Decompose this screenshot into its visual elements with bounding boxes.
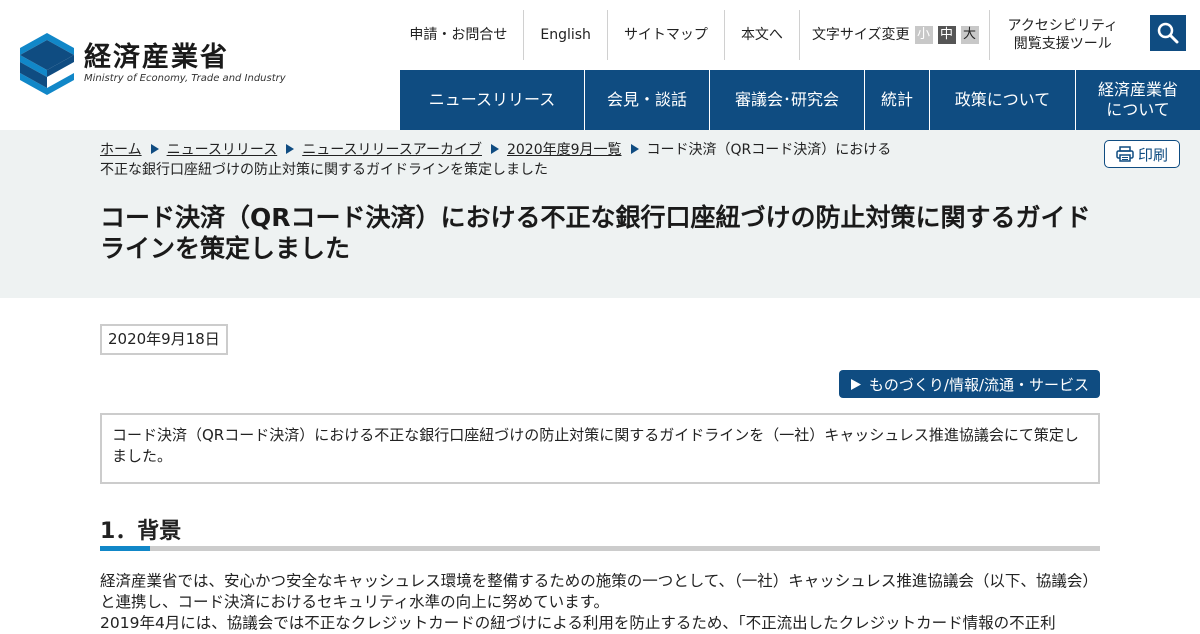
font-size-small-button[interactable]: 小 xyxy=(914,26,933,44)
section-divider-accent xyxy=(100,546,150,551)
meti-logo-icon xyxy=(20,33,74,95)
accessibility-line1: アクセシビリティ xyxy=(1007,18,1118,34)
breadcrumb-arrow-icon xyxy=(490,144,499,154)
meti-logo[interactable]: 経済産業省 Ministry of Economy, Trade and Ind… xyxy=(20,33,286,95)
search-button[interactable] xyxy=(1150,15,1186,51)
skip-to-content-link[interactable]: 本文へ xyxy=(723,10,799,60)
title-band: ホーム ニュースリリース ニュースリリースアーカイブ 2020年度9月一覧コード決済（… xyxy=(0,130,1200,298)
accessibility-tool-link[interactable]: アクセシビリティ 閲覧支援ツール xyxy=(988,10,1136,60)
section-heading-background: 1．背景 xyxy=(100,519,182,544)
utility-nav: 申請・お問合せ English サイトマップ 本文へ 文字サイズ変更 小 中 大… xyxy=(393,10,1200,60)
nav-press-conference[interactable]: 会見・談話 xyxy=(584,70,709,130)
font-size-large-button[interactable]: 大 xyxy=(960,26,979,44)
nav-about-meti[interactable]: 経済産業省 について xyxy=(1075,70,1200,130)
breadcrumb-archive[interactable]: ニュースリリースアーカイブ xyxy=(302,142,482,158)
nav-statistics[interactable]: 統計 xyxy=(864,70,929,130)
printer-icon xyxy=(1116,146,1134,162)
release-date: 2020年9月18日 xyxy=(100,324,228,355)
logo-english-text: Ministry of Economy, Trade and Industry xyxy=(84,73,286,84)
nav-councils[interactable]: 審議会･研究会 xyxy=(709,70,864,130)
play-arrow-icon xyxy=(850,378,861,390)
category-label: ものづくり/情報/流通・サービス xyxy=(868,375,1089,394)
contact-link[interactable]: 申請・お問合せ xyxy=(393,10,523,60)
nav-news-release[interactable]: ニュースリリース xyxy=(400,70,584,130)
section-body: 経済産業省では、安心かつ安全なキャッシュレス環境を整備するための施策の一つとして… xyxy=(100,571,1100,634)
accessibility-line2: 閲覧支援ツール xyxy=(1013,36,1112,52)
site-header: 経済産業省 Ministry of Economy, Trade and Ind… xyxy=(0,0,1200,130)
breadcrumb-home[interactable]: ホーム xyxy=(100,142,142,158)
sitemap-link[interactable]: サイトマップ xyxy=(606,10,724,60)
font-size-switcher: 文字サイズ変更 小 中 大 xyxy=(798,10,989,60)
section-divider xyxy=(100,546,1100,551)
page-title: コード決済（QRコード決済）における不正な銀行口座紐づけの防止対策に関するガイド… xyxy=(100,203,1091,263)
font-size-label: 文字サイズ変更 xyxy=(811,27,910,43)
breadcrumb: ホーム ニュースリリース ニュースリリースアーカイブ 2020年度9月一覧 コード決済（… xyxy=(100,140,900,180)
english-link[interactable]: English xyxy=(523,10,607,60)
font-size-medium-button[interactable]: 中 xyxy=(937,26,956,44)
category-tag-button[interactable]: ものづくり/情報/流通・サービス xyxy=(838,370,1100,398)
section-body-paragraph-2: 2019年4月には、協議会では不正なクレジットカードの紐づけによる利用を防止する… xyxy=(100,614,1056,632)
main-nav: ニュースリリース 会見・談話 審議会･研究会 統計 政策について 経済産業省 に… xyxy=(400,70,1200,130)
print-button[interactable]: 印刷 xyxy=(1104,140,1180,168)
nav-policy[interactable]: 政策について xyxy=(929,70,1075,130)
nav-about-line1: 経済産業省 xyxy=(1097,80,1178,99)
breadcrumb-news-release[interactable]: ニュースリリース xyxy=(167,142,278,158)
logo-japanese-text: 経済産業省 xyxy=(84,42,229,73)
breadcrumb-month-list[interactable]: 2020年度9月一覧 xyxy=(507,142,622,158)
breadcrumb-arrow-icon xyxy=(286,144,295,154)
section-body-paragraph: 経済産業省では、安心かつ安全なキャッシュレス環境を整備するための施策の一つとして… xyxy=(100,572,1098,611)
print-label: 印刷 xyxy=(1137,145,1168,164)
nav-about-line2: について xyxy=(1106,100,1170,119)
breadcrumb-arrow-icon xyxy=(630,144,639,154)
summary-box: コード決済（QRコード決済）における不正な銀行口座紐づけの防止対策に関するガイド… xyxy=(100,413,1100,484)
breadcrumb-arrow-icon xyxy=(150,144,159,154)
search-icon xyxy=(1157,22,1179,44)
